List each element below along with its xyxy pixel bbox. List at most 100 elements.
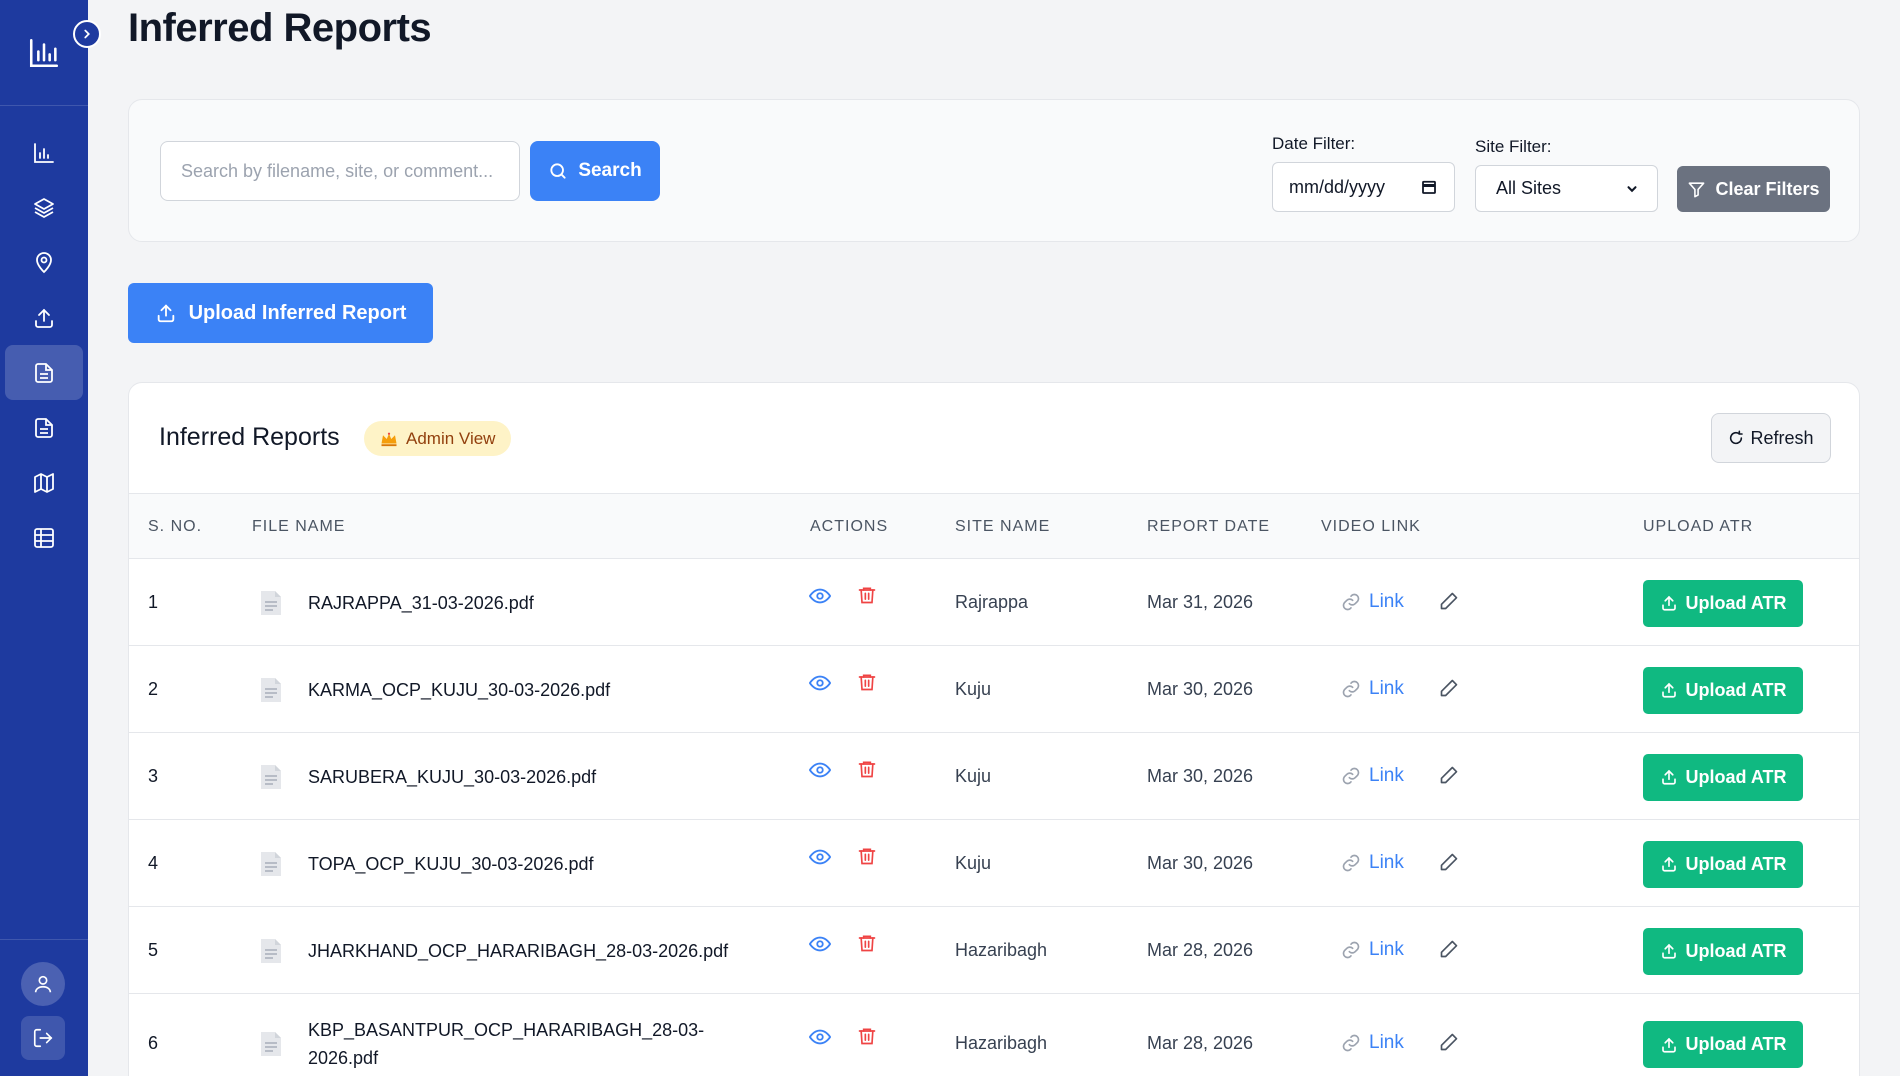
search-button-label: Search — [578, 160, 642, 181]
upload-atr-button[interactable]: Upload ATR — [1643, 753, 1803, 801]
sidebar-item-inferred-reports[interactable] — [5, 345, 83, 400]
upload-inferred-report-button[interactable]: Upload Inferred Report — [128, 283, 433, 343]
sidebar-item-analytics[interactable] — [0, 125, 88, 180]
upload-atr-label: Upload ATR — [1685, 766, 1787, 787]
clear-filters-button[interactable]: Clear Filters — [1677, 166, 1830, 212]
edit-icon — [1440, 853, 1458, 870]
sidebar-toggle-button[interactable] — [73, 20, 101, 48]
video-link[interactable]: Link — [1341, 765, 1404, 787]
file-icon — [261, 1032, 281, 1056]
file-name[interactable]: SARUBERA_KUJU_30-03-2026.pdf — [308, 763, 596, 791]
file-name[interactable]: KARMA_OCP_KUJU_30-03-2026.pdf — [308, 676, 610, 704]
upload-atr-button[interactable]: Upload ATR — [1643, 666, 1803, 714]
sidebar-item-map[interactable] — [0, 455, 88, 510]
edit-icon — [1440, 679, 1458, 696]
edit-video-link-button[interactable] — [1439, 765, 1459, 790]
link-icon — [1342, 767, 1360, 784]
file-name[interactable]: JHARKHAND_OCP_HARARIBAGH_28-03-2026.pdf — [308, 937, 728, 965]
link-icon — [1342, 854, 1360, 871]
video-link[interactable]: Link — [1341, 1032, 1404, 1054]
table-icon — [34, 527, 54, 548]
upload-icon — [1661, 856, 1676, 872]
main-content: Inferred Reports Search Date Filter: mm/… — [88, 0, 1900, 1076]
refresh-icon — [1730, 430, 1744, 445]
filter-panel: Search Date Filter: mm/dd/yyyy Site Filt… — [128, 99, 1860, 242]
row-serial-number: 2 — [148, 678, 159, 699]
view-report-button[interactable] — [808, 1026, 832, 1053]
date-filter-value: mm/dd/yyyy — [1289, 176, 1386, 197]
reports-table-card: Inferred Reports Admin View Refresh S. N… — [128, 382, 1860, 1076]
upload-atr-label: Upload ATR — [1685, 940, 1787, 961]
edit-icon — [1440, 940, 1458, 957]
link-icon — [1342, 680, 1360, 697]
user-icon — [34, 975, 52, 993]
edit-video-link-button[interactable] — [1439, 939, 1459, 964]
file-name-line: 2026.pdf — [308, 1048, 379, 1068]
upload-atr-button[interactable]: Upload ATR — [1643, 1021, 1803, 1068]
trash-icon — [858, 1028, 876, 1045]
file-icon-wrap — [259, 676, 283, 704]
report-date: Mar 30, 2026 — [1147, 765, 1254, 786]
app-logo[interactable] — [0, 0, 88, 106]
video-link[interactable]: Link — [1341, 939, 1404, 961]
site-filter-select[interactable]: All Sites — [1475, 165, 1658, 212]
search-input[interactable] — [160, 141, 520, 201]
edit-video-link-button[interactable] — [1439, 591, 1459, 616]
file-name[interactable]: KBP_BASANTPUR_OCP_HARARIBAGH_28-03- 2026.… — [308, 1016, 704, 1072]
file-name[interactable]: RAJRAPPA_31-03-2026.pdf — [308, 589, 534, 617]
sidebar-item-locations[interactable] — [0, 235, 88, 290]
table-header: S. NO. FILE NAME ACTIONS SITE NAME REPOR… — [129, 493, 1859, 559]
row-serial-number: 4 — [148, 852, 159, 873]
sidebar-item-table[interactable] — [0, 510, 88, 565]
calendar-icon[interactable] — [1420, 178, 1438, 196]
view-report-button[interactable] — [808, 585, 832, 612]
delete-report-button[interactable] — [857, 584, 877, 611]
delete-report-button[interactable] — [857, 758, 877, 785]
upload-button-label: Upload Inferred Report — [188, 301, 407, 324]
upload-icon — [1661, 595, 1676, 611]
delete-report-button[interactable] — [857, 845, 877, 872]
search-button[interactable]: Search — [530, 141, 660, 201]
upload-icon — [1661, 943, 1676, 959]
row-serial-number: 1 — [148, 591, 159, 612]
refresh-button[interactable]: Refresh — [1711, 413, 1831, 463]
video-link[interactable]: Link — [1341, 852, 1404, 874]
logout-button[interactable] — [21, 1016, 65, 1060]
view-report-button[interactable] — [808, 846, 832, 873]
table-row: 1 RAJRAPPA_31-03-2026.pdf Rajrappa Mar 3… — [129, 559, 1859, 646]
admin-view-label: Admin View — [406, 428, 496, 448]
sidebar-footer — [0, 939, 88, 1076]
delete-report-button[interactable] — [857, 1025, 877, 1052]
delete-report-button[interactable] — [857, 671, 877, 698]
upload-atr-button[interactable]: Upload ATR — [1643, 579, 1803, 627]
edit-video-link-button[interactable] — [1439, 678, 1459, 703]
upload-atr-label: Upload ATR — [1685, 853, 1787, 874]
delete-report-button[interactable] — [857, 932, 877, 959]
view-report-button[interactable] — [808, 672, 832, 699]
video-link[interactable]: Link — [1341, 591, 1404, 613]
edit-video-link-button[interactable] — [1439, 1032, 1459, 1057]
sidebar-item-upload[interactable] — [0, 290, 88, 345]
upload-atr-button[interactable]: Upload ATR — [1643, 927, 1803, 975]
report-date: Mar 28, 2026 — [1147, 1033, 1254, 1053]
date-filter-input[interactable]: mm/dd/yyyy — [1272, 162, 1455, 212]
user-profile-button[interactable] — [21, 962, 65, 1006]
upload-icon — [1661, 769, 1676, 785]
video-link[interactable]: Link — [1341, 678, 1404, 700]
site-name: Hazaribagh — [955, 1033, 1048, 1053]
sidebar-item-layers[interactable] — [0, 180, 88, 235]
upload-icon — [1661, 1037, 1676, 1053]
sidebar-item-reports[interactable] — [0, 400, 88, 455]
video-link-label: Link — [1369, 851, 1404, 873]
file-icon — [261, 590, 281, 615]
link-icon — [1342, 941, 1360, 958]
upload-atr-button[interactable]: Upload ATR — [1643, 840, 1803, 888]
eye-icon — [808, 849, 832, 864]
view-report-button[interactable] — [808, 933, 832, 960]
edit-video-link-button[interactable] — [1439, 852, 1459, 877]
eye-icon — [808, 936, 832, 951]
edit-icon — [1440, 1033, 1458, 1051]
file-icon — [261, 764, 281, 789]
file-name[interactable]: TOPA_OCP_KUJU_30-03-2026.pdf — [308, 850, 594, 878]
view-report-button[interactable] — [808, 759, 832, 786]
